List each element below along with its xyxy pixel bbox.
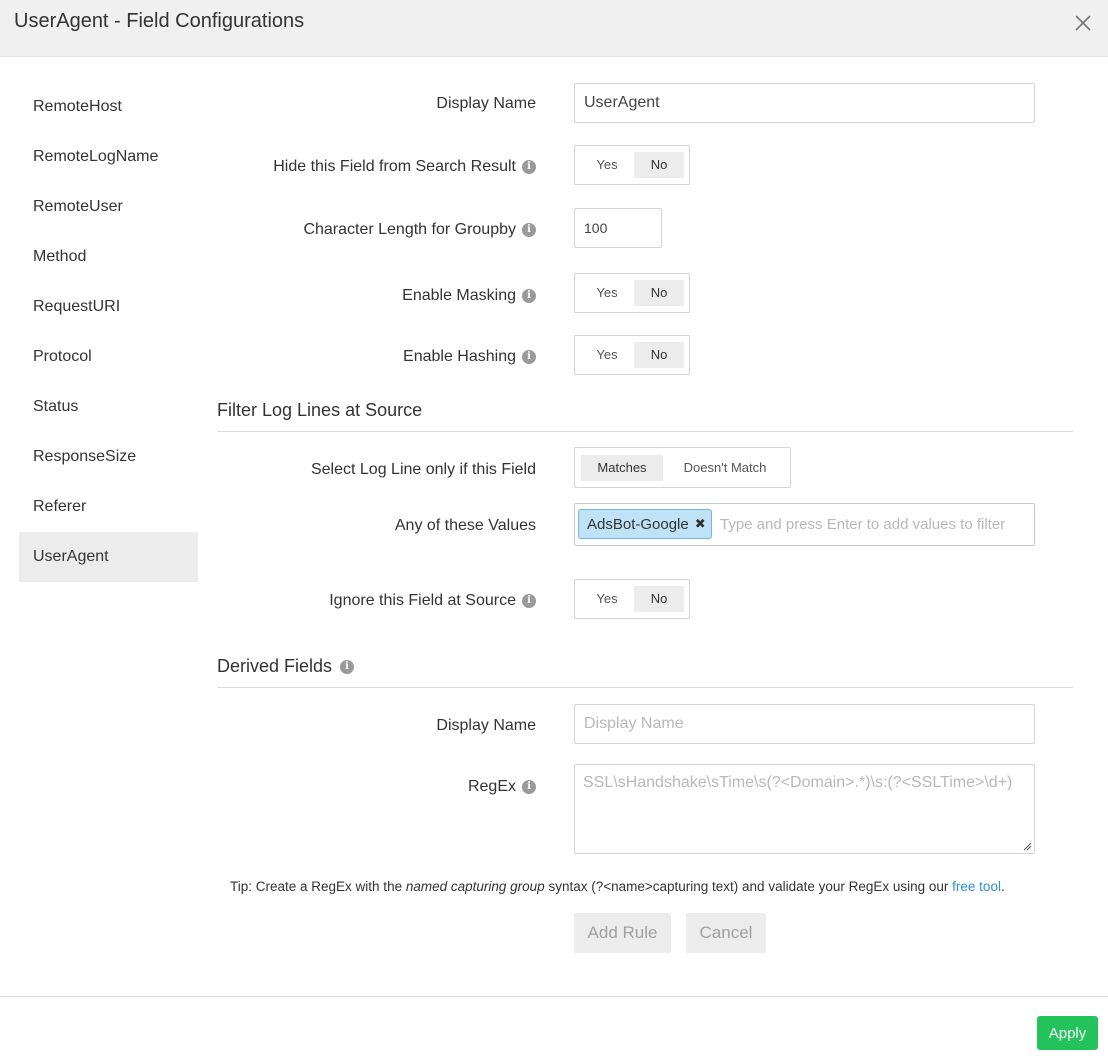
display-name-label: Display Name: [436, 95, 536, 112]
footer-divider: [0, 996, 1108, 997]
info-icon[interactable]: i: [522, 780, 536, 794]
sidebar-item-remotehost[interactable]: RemoteHost: [19, 82, 198, 132]
ignore-field-no[interactable]: No: [634, 586, 684, 612]
sidebar-item-useragent[interactable]: UserAgent: [19, 532, 198, 582]
filter-values-input[interactable]: AdsBot-Google ✖ Type and press Enter to …: [574, 503, 1035, 546]
info-icon[interactable]: i: [522, 350, 536, 364]
matches-option[interactable]: Matches: [581, 455, 663, 481]
any-values-label: Any of these Values: [394, 517, 536, 534]
ignore-field-toggle: Yes No: [574, 579, 690, 619]
info-icon[interactable]: i: [522, 594, 536, 608]
char-length-input[interactable]: 100: [574, 208, 662, 248]
doesnt-match-option[interactable]: Doesn't Match: [667, 455, 783, 481]
sidebar-item-status[interactable]: Status: [19, 382, 198, 432]
derived-display-name-label: Display Name: [436, 717, 536, 734]
sidebar-item-protocol[interactable]: Protocol: [19, 332, 198, 382]
sidebar-item-requesturi[interactable]: RequestURI: [19, 282, 198, 332]
hashing-toggle: Yes No: [574, 335, 690, 375]
sidebar-item-referer[interactable]: Referer: [19, 482, 198, 532]
char-length-label: Character Length for Groupby i: [303, 221, 536, 239]
ignore-field-yes[interactable]: Yes: [583, 586, 631, 612]
remove-tag-icon[interactable]: ✖: [695, 516, 706, 532]
filter-values-placeholder[interactable]: Type and press Enter to add values to fi…: [720, 516, 1005, 533]
value-tag: AdsBot-Google ✖: [578, 509, 712, 539]
regex-tip: Tip: Create a RegEx with the named captu…: [230, 879, 1005, 894]
sidebar-item-remotelogname[interactable]: RemoteLogName: [19, 132, 198, 182]
cancel-button[interactable]: Cancel: [686, 913, 766, 953]
close-icon[interactable]: [1070, 10, 1096, 36]
info-icon[interactable]: i: [522, 223, 536, 237]
hide-field-yes[interactable]: Yes: [583, 152, 631, 178]
sidebar-item-responsesize[interactable]: ResponseSize: [19, 432, 198, 482]
hide-field-label: Hide this Field from Search Result i: [273, 158, 536, 176]
info-icon[interactable]: i: [522, 160, 536, 174]
ignore-field-label: Ignore this Field at Source i: [329, 592, 536, 610]
sidebar-item-remoteuser[interactable]: RemoteUser: [19, 182, 198, 232]
match-mode-toggle: Matches Doesn't Match: [574, 447, 791, 488]
derived-section-header: Derived Fields i: [217, 656, 1073, 688]
info-icon[interactable]: i: [340, 659, 355, 674]
dialog-header: UserAgent - Field Configurations: [0, 0, 1108, 57]
apply-button[interactable]: Apply: [1037, 1016, 1098, 1050]
masking-yes[interactable]: Yes: [583, 280, 631, 306]
regex-textarea[interactable]: SSL\sHandshake\sTime\s(?<Domain>.*)\s:(?…: [574, 764, 1035, 854]
add-rule-button[interactable]: Add Rule: [574, 913, 671, 953]
masking-label: Enable Masking i: [402, 287, 536, 305]
dialog-title: UserAgent - Field Configurations: [14, 10, 305, 32]
filter-section-header: Filter Log Lines at Source: [217, 400, 1073, 432]
derived-display-name-input[interactable]: Display Name: [574, 704, 1035, 744]
free-tool-link[interactable]: free tool: [952, 879, 1001, 894]
resize-handle-icon[interactable]: [1022, 841, 1032, 851]
hashing-no[interactable]: No: [634, 342, 684, 368]
info-icon[interactable]: i: [522, 289, 536, 303]
masking-toggle: Yes No: [574, 273, 690, 313]
field-list-sidebar: RemoteHost RemoteLogName RemoteUser Meth…: [19, 82, 198, 582]
sidebar-item-method[interactable]: Method: [19, 232, 198, 282]
hashing-yes[interactable]: Yes: [583, 342, 631, 368]
select-log-line-label: Select Log Line only if this Field: [310, 461, 536, 478]
hashing-label: Enable Hashing i: [403, 348, 536, 366]
hide-field-toggle: Yes No: [574, 145, 690, 185]
display-name-input[interactable]: UserAgent: [574, 83, 1035, 123]
masking-no[interactable]: No: [634, 280, 684, 306]
regex-label: RegEx i: [468, 778, 536, 796]
hide-field-no[interactable]: No: [634, 152, 684, 178]
